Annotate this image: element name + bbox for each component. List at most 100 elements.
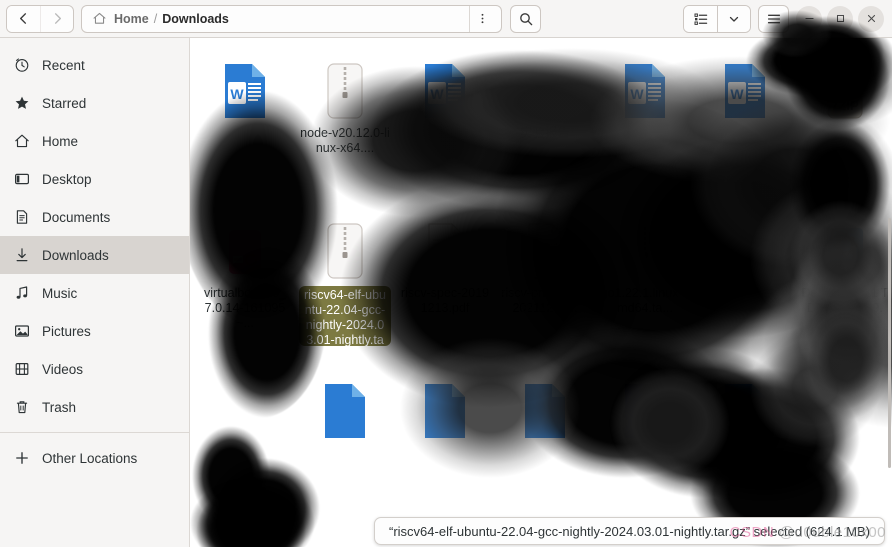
sidebar-item-home[interactable]: Home [0, 122, 189, 160]
sidebar-item-pictures[interactable]: Pictures [0, 312, 189, 350]
file-name: 实验报告 [519, 126, 570, 140]
sidebar-item-recent[interactable]: Recent [0, 46, 189, 84]
archive-icon [619, 218, 671, 280]
file-grid: W node-v20.12.0-linux-x64.... W 实验报告 W W… [190, 38, 892, 547]
sidebar-item-label: Trash [42, 399, 77, 415]
view-dropdown-button[interactable] [717, 5, 750, 32]
file-item[interactable] [595, 370, 695, 530]
file-row: W node-v20.12.0-linux-x64.... W 实验报告 W W… [190, 50, 892, 210]
word-document-icon: W [419, 58, 471, 120]
file-item[interactable] [695, 370, 795, 530]
breadcrumb-current[interactable]: Downloads [162, 12, 229, 26]
music-icon [13, 285, 30, 302]
sidebar-item-downloads[interactable]: Downloads [0, 236, 189, 274]
desktop-icon [13, 171, 30, 188]
breadcrumb: Home / Downloads [92, 11, 469, 26]
sidebar-item-trash[interactable]: Trash [0, 388, 189, 426]
sidebar-item-label: Music [42, 285, 78, 301]
file-item[interactable] [195, 370, 295, 530]
file-item[interactable]: W [595, 50, 695, 210]
word-document-icon [719, 378, 771, 440]
sidebar-item-label: Recent [42, 57, 85, 73]
word-document-icon: W [719, 58, 771, 120]
obscured-icon [219, 378, 271, 440]
breadcrumb-home[interactable]: Home [114, 12, 149, 26]
window-body: Recent Starred Home Desktop Documents Do… [0, 38, 892, 547]
sidebar-item-label: Pictures [42, 323, 91, 339]
window-controls [796, 5, 886, 32]
navigation-buttons [6, 4, 74, 33]
file-manager-window: Home / Downloads Recent Starred Home Des… [0, 0, 892, 547]
sidebar-item-other-locations[interactable]: Other Locations [0, 439, 189, 477]
word-document-icon [619, 378, 671, 440]
word-document-icon [319, 378, 371, 440]
file-grid-area[interactable]: W node-v20.12.0-linux-x64.... W 实验报告 W W… [190, 38, 892, 547]
back-button[interactable] [7, 5, 40, 32]
sidebar-item-label: Documents [42, 209, 111, 225]
plus-icon [13, 450, 30, 467]
download-icon [13, 247, 30, 264]
status-bar: “riscv64-elf-ubuntu-22.04-gcc-nightly-20… [374, 517, 885, 545]
file-item[interactable]: go1.22.1.linux-amd64.ta... [595, 210, 695, 370]
file-item[interactable] [495, 370, 595, 530]
file-name: riscv-spec-20191213.pdf [400, 286, 490, 315]
file-row [190, 370, 892, 530]
path-bar[interactable]: Home / Downloads [81, 4, 502, 33]
forward-button[interactable] [40, 5, 73, 32]
file-item[interactable] [395, 370, 495, 530]
close-button[interactable] [858, 5, 884, 32]
search-button[interactable] [510, 4, 541, 33]
vertical-scrollbar[interactable] [888, 38, 892, 547]
picture-icon [13, 323, 30, 340]
trash-icon [13, 399, 30, 416]
file-item[interactable] [795, 370, 892, 530]
file-item[interactable]: 实验报告 [495, 50, 595, 210]
sidebar-item-starred[interactable]: Starred [0, 84, 189, 122]
file-item[interactable]: riscv-privileged-20211203... [495, 210, 595, 370]
sidebar-item-label: Videos [42, 361, 84, 377]
archive-icon [319, 218, 371, 280]
sidebar-item-documents[interactable]: Documents [0, 198, 189, 236]
file-name: Dev-Cpp 5.11 TDM-GCC 4.9.2... [801, 286, 889, 330]
video-icon [13, 361, 30, 378]
sidebar-item-music[interactable]: Music [0, 274, 189, 312]
breadcrumb-separator: / [153, 11, 158, 26]
path-menu-button[interactable] [469, 5, 495, 32]
obscured-icon [519, 58, 571, 120]
file-item[interactable]: node-v20.12.0-linux-x64.... [295, 50, 395, 210]
file-item[interactable]: W [195, 50, 295, 210]
maximize-button[interactable] [827, 5, 853, 32]
file-item[interactable] [295, 370, 395, 530]
file-item[interactable]: W [395, 50, 495, 210]
document-icon [13, 209, 30, 226]
star-icon [13, 95, 30, 112]
main-menu-button[interactable] [758, 4, 789, 33]
debian-package-icon [219, 218, 271, 280]
file-item[interactable] [695, 210, 795, 370]
file-item[interactable]: 7ZIP [795, 50, 892, 210]
sidebar: Recent Starred Home Desktop Documents Do… [0, 38, 190, 547]
clock-icon [13, 57, 30, 74]
pdf-icon [419, 218, 471, 280]
file-name: riscv-privileged-20211203... [501, 286, 589, 315]
svg-text:W: W [230, 86, 244, 102]
home-icon [13, 133, 30, 150]
file-item[interactable]: riscv-spec-20191213.pdf [395, 210, 495, 370]
file-item[interactable]: W [695, 50, 795, 210]
file-name: go1.22.1.linux-amd64.ta... [600, 286, 690, 315]
file-item-selected[interactable]: riscv64-elf-ubuntu-22.04-gcc-nightly-202… [295, 210, 395, 370]
minimize-button[interactable] [796, 5, 822, 32]
sidebar-item-desktop[interactable]: Desktop [0, 160, 189, 198]
list-view-button[interactable] [684, 5, 717, 32]
file-item[interactable]: Dev-Cpp 5.11 TDM-GCC 4.9.2... [795, 210, 892, 370]
devcpp-icon [819, 218, 871, 280]
sidebar-item-label: Downloads [42, 247, 109, 263]
sidebar-item-label: Desktop [42, 171, 92, 187]
sidebar-item-videos[interactable]: Videos [0, 350, 189, 388]
path-bar-actions [469, 5, 495, 32]
file-item[interactable]: virtualbox-7.0_7.0.14-161095~... [195, 210, 295, 370]
sidebar-item-label: Home [42, 133, 79, 149]
scrollbar-thumb[interactable] [888, 218, 891, 468]
svg-text:W: W [630, 86, 644, 102]
sidebar-item-label: Other Locations [42, 450, 138, 466]
